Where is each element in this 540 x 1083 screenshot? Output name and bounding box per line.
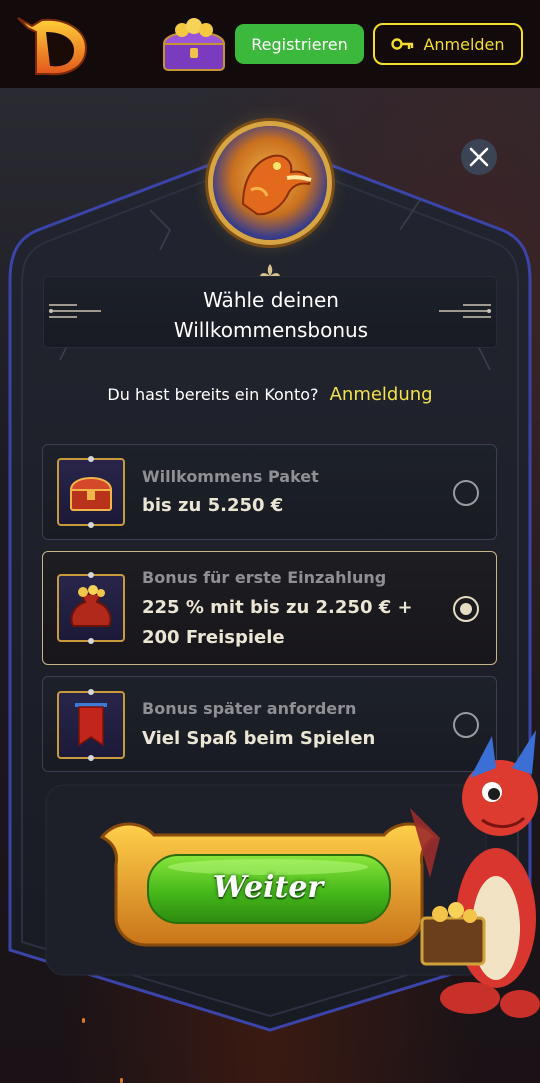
top-bar: Registrieren Anmelden	[0, 0, 540, 88]
option-title: Bonus für erste Einzahlung	[142, 568, 387, 587]
login-label: Anmelden	[423, 34, 505, 54]
bonus-option-welcome-package[interactable]: Willkommens Paket bis zu 5.250 €	[42, 444, 497, 540]
fire-dragon-emblem-icon	[241, 154, 312, 216]
option-value: 225 % mit bis zu 2.250 € + 200 Freispiel…	[142, 597, 413, 648]
treasure-chest-icon[interactable]	[160, 14, 228, 74]
option-value: bis zu 5.250 €	[142, 495, 284, 516]
close-icon	[469, 147, 489, 167]
key-icon	[391, 38, 414, 50]
register-button[interactable]: Registrieren	[235, 24, 364, 64]
red-dragon-mascot	[410, 730, 540, 1018]
option-radio[interactable]	[453, 480, 479, 506]
deco-lines-icon	[439, 304, 491, 318]
money-bag-icon	[57, 572, 125, 644]
continue-button[interactable]: Weiter	[150, 856, 386, 918]
bonus-option-first-deposit[interactable]: Bonus für erste Einzahlung 225 % mit bis…	[42, 551, 497, 665]
login-link[interactable]: Anmeldung	[330, 384, 433, 405]
title-line-1: Wähle deinen	[203, 288, 339, 312]
option-title: Willkommens Paket	[142, 467, 319, 486]
dragon-d-logo[interactable]	[14, 12, 92, 78]
account-prompt: Du hast bereits ein Konto? Anmeldung	[0, 384, 540, 405]
option-title: Bonus später anfordern	[142, 699, 357, 718]
fire-dragon-emblem	[213, 126, 327, 240]
page-title: Wähle deinen Willkommensbonus	[44, 285, 498, 345]
login-button[interactable]: Anmelden	[373, 23, 523, 65]
banner-flag-icon	[57, 689, 125, 761]
option-value: Viel Spaß beim Spielen	[142, 728, 376, 749]
title-box: Wähle deinen Willkommensbonus	[43, 276, 497, 348]
close-button[interactable]	[461, 139, 497, 175]
account-question: Du hast bereits ein Konto?	[107, 385, 319, 404]
treasure-chest-icon	[57, 456, 125, 528]
title-line-2: Willkommensbonus	[173, 318, 369, 342]
option-radio-selected[interactable]	[453, 596, 479, 622]
